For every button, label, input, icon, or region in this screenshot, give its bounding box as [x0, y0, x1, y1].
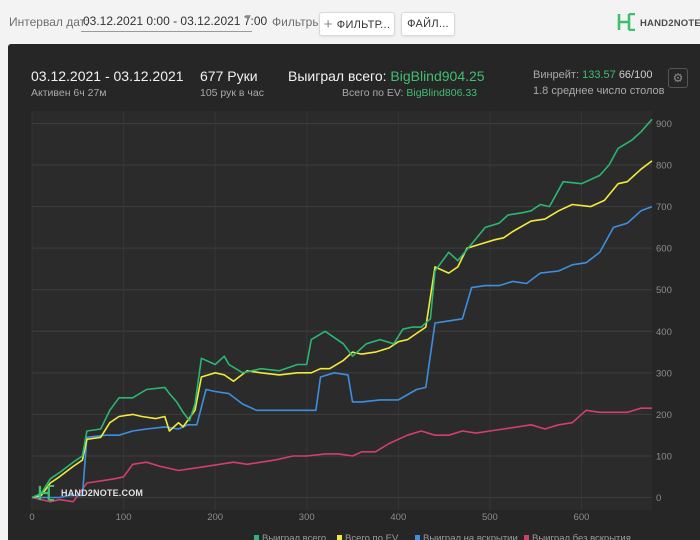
- legend-label: Всего по EV: [345, 533, 399, 540]
- plot-area: [32, 111, 652, 510]
- watermark-text: HAND2NOTE.COM: [61, 488, 144, 498]
- y-tick-label: 400: [656, 327, 672, 338]
- x-tick-label: 200: [207, 512, 223, 523]
- y-tick-label: 0: [656, 493, 661, 504]
- legend-label: Выиграл всего: [262, 533, 326, 540]
- y-tick-label: 500: [656, 285, 672, 296]
- x-tick-label: 500: [482, 512, 498, 523]
- x-tick-label: 600: [574, 512, 590, 523]
- legend-label: Выиграл без вскрытия: [532, 533, 631, 540]
- y-tick-label: 200: [656, 410, 672, 421]
- watermark-logo-icon: [38, 485, 55, 501]
- x-tick-label: 300: [299, 512, 315, 523]
- y-tick-label: 600: [656, 244, 672, 255]
- y-tick-label: 100: [656, 451, 672, 462]
- legend-label: Выиграл на вскрытии: [423, 533, 518, 540]
- x-tick-label: 0: [29, 512, 34, 523]
- x-tick-label: 400: [390, 512, 406, 523]
- y-tick-label: 900: [656, 119, 672, 130]
- y-tick-label: 700: [656, 202, 672, 213]
- legend-swatch: [415, 535, 420, 540]
- legend-swatch: [254, 535, 259, 540]
- legend-swatch: [524, 535, 529, 540]
- y-tick-label: 800: [656, 161, 672, 172]
- y-tick-label: 300: [656, 368, 672, 379]
- legend-swatch: [337, 535, 342, 540]
- winnings-chart: 0 100 200 300 400 500 600 700 800 900 0 100 200 300 40…: [29, 111, 672, 540]
- x-tick-label: 100: [116, 512, 132, 523]
